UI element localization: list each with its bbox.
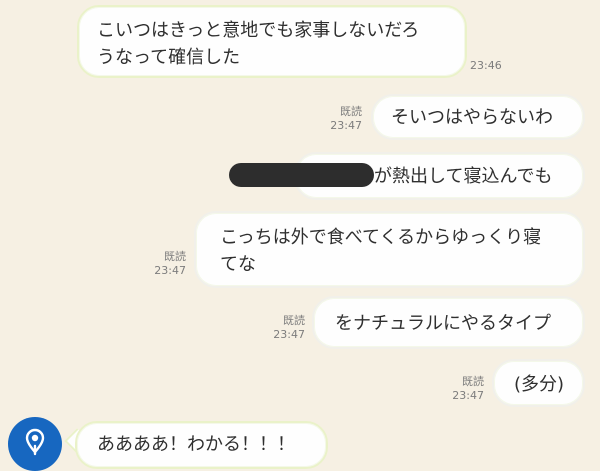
message-bubble-6[interactable]: (多分) [492,359,585,407]
message-text-6: (多分) [514,374,565,395]
read-status-4: 既読 [164,250,186,263]
message-text-2: そいつはやらないわ [391,107,553,128]
chat-thread: こいつはきっと意地でも家事しないだろ うなって確信した 23:46 そいつはやら… [0,0,600,471]
message-text-5: をナチュラルにやるタイプ [335,313,551,334]
message-text-7: ああああ！わかる！！！ [97,434,295,455]
message-bubble-2[interactable]: そいつはやらないわ [371,94,585,140]
message-bubble-5[interactable]: をナチュラルにやるタイプ [312,296,585,349]
message-meta-6: 既読 23:47 [444,375,484,403]
message-bubble-7[interactable]: ああああ！わかる！！！ [75,421,328,469]
read-status-2: 既読 [340,105,362,118]
message-time-5: 23:47 [273,328,305,341]
message-text-3: が熱出して寝込んでも [374,166,553,187]
message-time-1: 23:46 [470,59,502,72]
message-meta-5: 既読 23:47 [265,314,305,342]
redaction-bar [229,163,374,187]
message-meta-1: 23:46 [470,59,510,73]
message-bubble-4[interactable]: こっちは外で食べてくるからゆっくり寝 てな [194,211,585,288]
message-text-1: こいつはきっと意地でも家事しないだろ うなって確信した [97,20,420,68]
message-bubble-1[interactable]: こいつはきっと意地でも家事しないだろ うなって確信した [77,5,467,78]
location-pin-icon [24,428,46,460]
message-time-6: 23:47 [452,389,484,402]
message-text-4: こっちは外で食べてくるからゆっくり寝 てな [220,227,542,275]
message-time-4: 23:47 [154,264,186,277]
message-meta-4: 既読 23:47 [146,250,186,278]
message-time-2: 23:47 [330,119,362,132]
read-status-6: 既読 [462,375,484,388]
read-status-5: 既読 [283,314,305,327]
contact-avatar[interactable] [8,417,62,471]
message-meta-2: 既読 23:47 [322,105,362,133]
